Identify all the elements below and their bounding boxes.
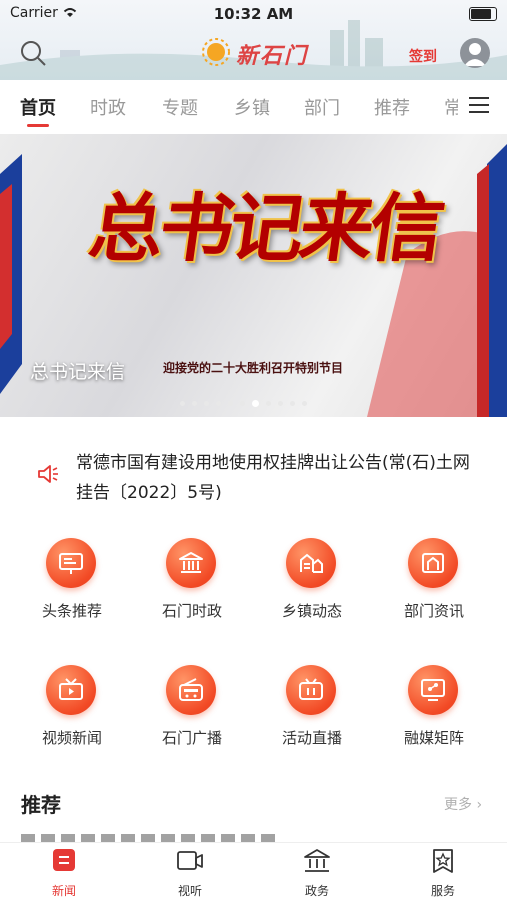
media-matrix-icon	[408, 665, 458, 715]
grid-departments[interactable]: 部门资讯	[384, 538, 484, 638]
grid-label: 石门广播	[161, 729, 222, 747]
tab-politics[interactable]: 时政	[90, 94, 126, 120]
tab-partial[interactable]: 常	[444, 94, 458, 120]
government-icon	[304, 849, 330, 872]
service-star-icon	[433, 849, 453, 873]
logo-text: 新石门	[236, 43, 309, 69]
banner-subtitle: 迎接党的二十大胜利召开特别节目	[163, 361, 344, 375]
grid-headlines[interactable]: 头条推荐	[22, 538, 122, 638]
radio-icon	[166, 665, 216, 715]
grid-video-news[interactable]: 视频新闻	[22, 665, 122, 765]
banner-caption: 总书记来信	[30, 361, 126, 383]
grid-media-matrix[interactable]: 融媒矩阵	[384, 665, 484, 765]
status-bar: Carrier 10:32 AM	[0, 0, 507, 28]
news-icon	[53, 849, 75, 871]
tab-home[interactable]: 首页	[20, 94, 56, 120]
nav-video-label: 视听	[177, 884, 202, 898]
grid-live[interactable]: 活动直播	[262, 665, 362, 765]
clock: 10:32 AM	[213, 5, 294, 23]
nav-service-label: 服务	[430, 884, 455, 898]
grid-radio[interactable]: 石门广播	[142, 665, 242, 765]
grid-label: 乡镇动态	[281, 602, 342, 620]
battery-icon	[469, 7, 497, 21]
menu-icon[interactable]	[469, 96, 489, 114]
nav-news-label: 新闻	[51, 884, 76, 898]
more-link[interactable]: 更多 ›	[444, 794, 482, 814]
active-tab-indicator	[27, 124, 49, 127]
carousel-dot[interactable]	[290, 401, 295, 406]
department-house-icon	[408, 538, 458, 588]
bottom-nav: 新闻 视听 政务 服务	[0, 842, 507, 901]
tab-topics[interactable]: 专题	[162, 94, 198, 120]
live-broadcast-icon	[286, 665, 336, 715]
tv-icon	[46, 665, 96, 715]
carousel-dot[interactable]	[192, 401, 197, 406]
grid-label: 部门资讯	[403, 602, 464, 620]
speaker-icon	[38, 465, 58, 483]
grid-label: 视频新闻	[41, 729, 102, 747]
carousel-dot[interactable]	[266, 401, 271, 406]
user-icon	[464, 43, 486, 66]
search-icon[interactable]	[18, 38, 48, 68]
tab-departments[interactable]: 部门	[304, 94, 340, 120]
flag-decoration-left	[0, 154, 22, 394]
nav-service[interactable]: 服务	[408, 848, 478, 899]
carousel-dot[interactable]	[302, 401, 307, 406]
nav-news[interactable]: 新闻	[29, 848, 99, 899]
town-icon	[286, 538, 336, 588]
sun-logo-icon	[202, 38, 230, 66]
banner-carousel[interactable]: 总书记来信 总书记来信 迎接党的二十大胜利召开特别节目	[0, 134, 507, 417]
nav-government[interactable]: 政务	[282, 848, 352, 899]
carousel-dot[interactable]	[278, 401, 283, 406]
nav-video[interactable]: 视听	[155, 848, 225, 899]
grid-towns[interactable]: 乡镇动态	[262, 538, 362, 638]
grid-label: 融媒矩阵	[403, 729, 464, 747]
carousel-dot[interactable]	[204, 401, 209, 406]
category-tabs: 首页 时政 专题 乡镇 部门 推荐 常	[0, 80, 507, 134]
grid-label: 石门时政	[161, 602, 222, 620]
grid-label: 活动直播	[281, 729, 342, 747]
tab-towns[interactable]: 乡镇	[234, 94, 270, 120]
carousel-dot[interactable]	[240, 401, 245, 406]
nav-government-label: 政务	[304, 884, 329, 898]
carousel-dot[interactable]	[252, 400, 259, 407]
video-camera-icon	[177, 851, 203, 870]
tab-recommend[interactable]: 推荐	[374, 94, 410, 120]
user-avatar[interactable]	[460, 38, 490, 68]
checkin-button[interactable]: 签到	[409, 46, 437, 66]
app-logo: 新石门	[200, 36, 312, 69]
carousel-dot[interactable]	[180, 401, 185, 406]
banner-title-art: 总书记来信	[83, 186, 447, 272]
grid-label: 头条推荐	[41, 602, 102, 620]
carousel-dot[interactable]	[216, 401, 221, 406]
carousel-dots	[180, 393, 314, 407]
chevron-right-icon: ›	[476, 797, 483, 813]
notice-bar[interactable]: 常德市国有建设用地使用权挂牌出让公告(常(石)土网挂告〔2022〕5号)	[0, 440, 507, 510]
headline-screen-icon	[46, 538, 96, 588]
carousel-dot[interactable]	[228, 401, 233, 406]
more-label: 更多	[444, 797, 472, 813]
recommend-section-title: 推荐	[21, 793, 61, 817]
government-building-icon	[166, 538, 216, 588]
grid-politics[interactable]: 石门时政	[142, 538, 242, 638]
notice-text: 常德市国有建设用地使用权挂牌出让公告(常(石)土网挂告〔2022〕5号)	[76, 453, 470, 503]
